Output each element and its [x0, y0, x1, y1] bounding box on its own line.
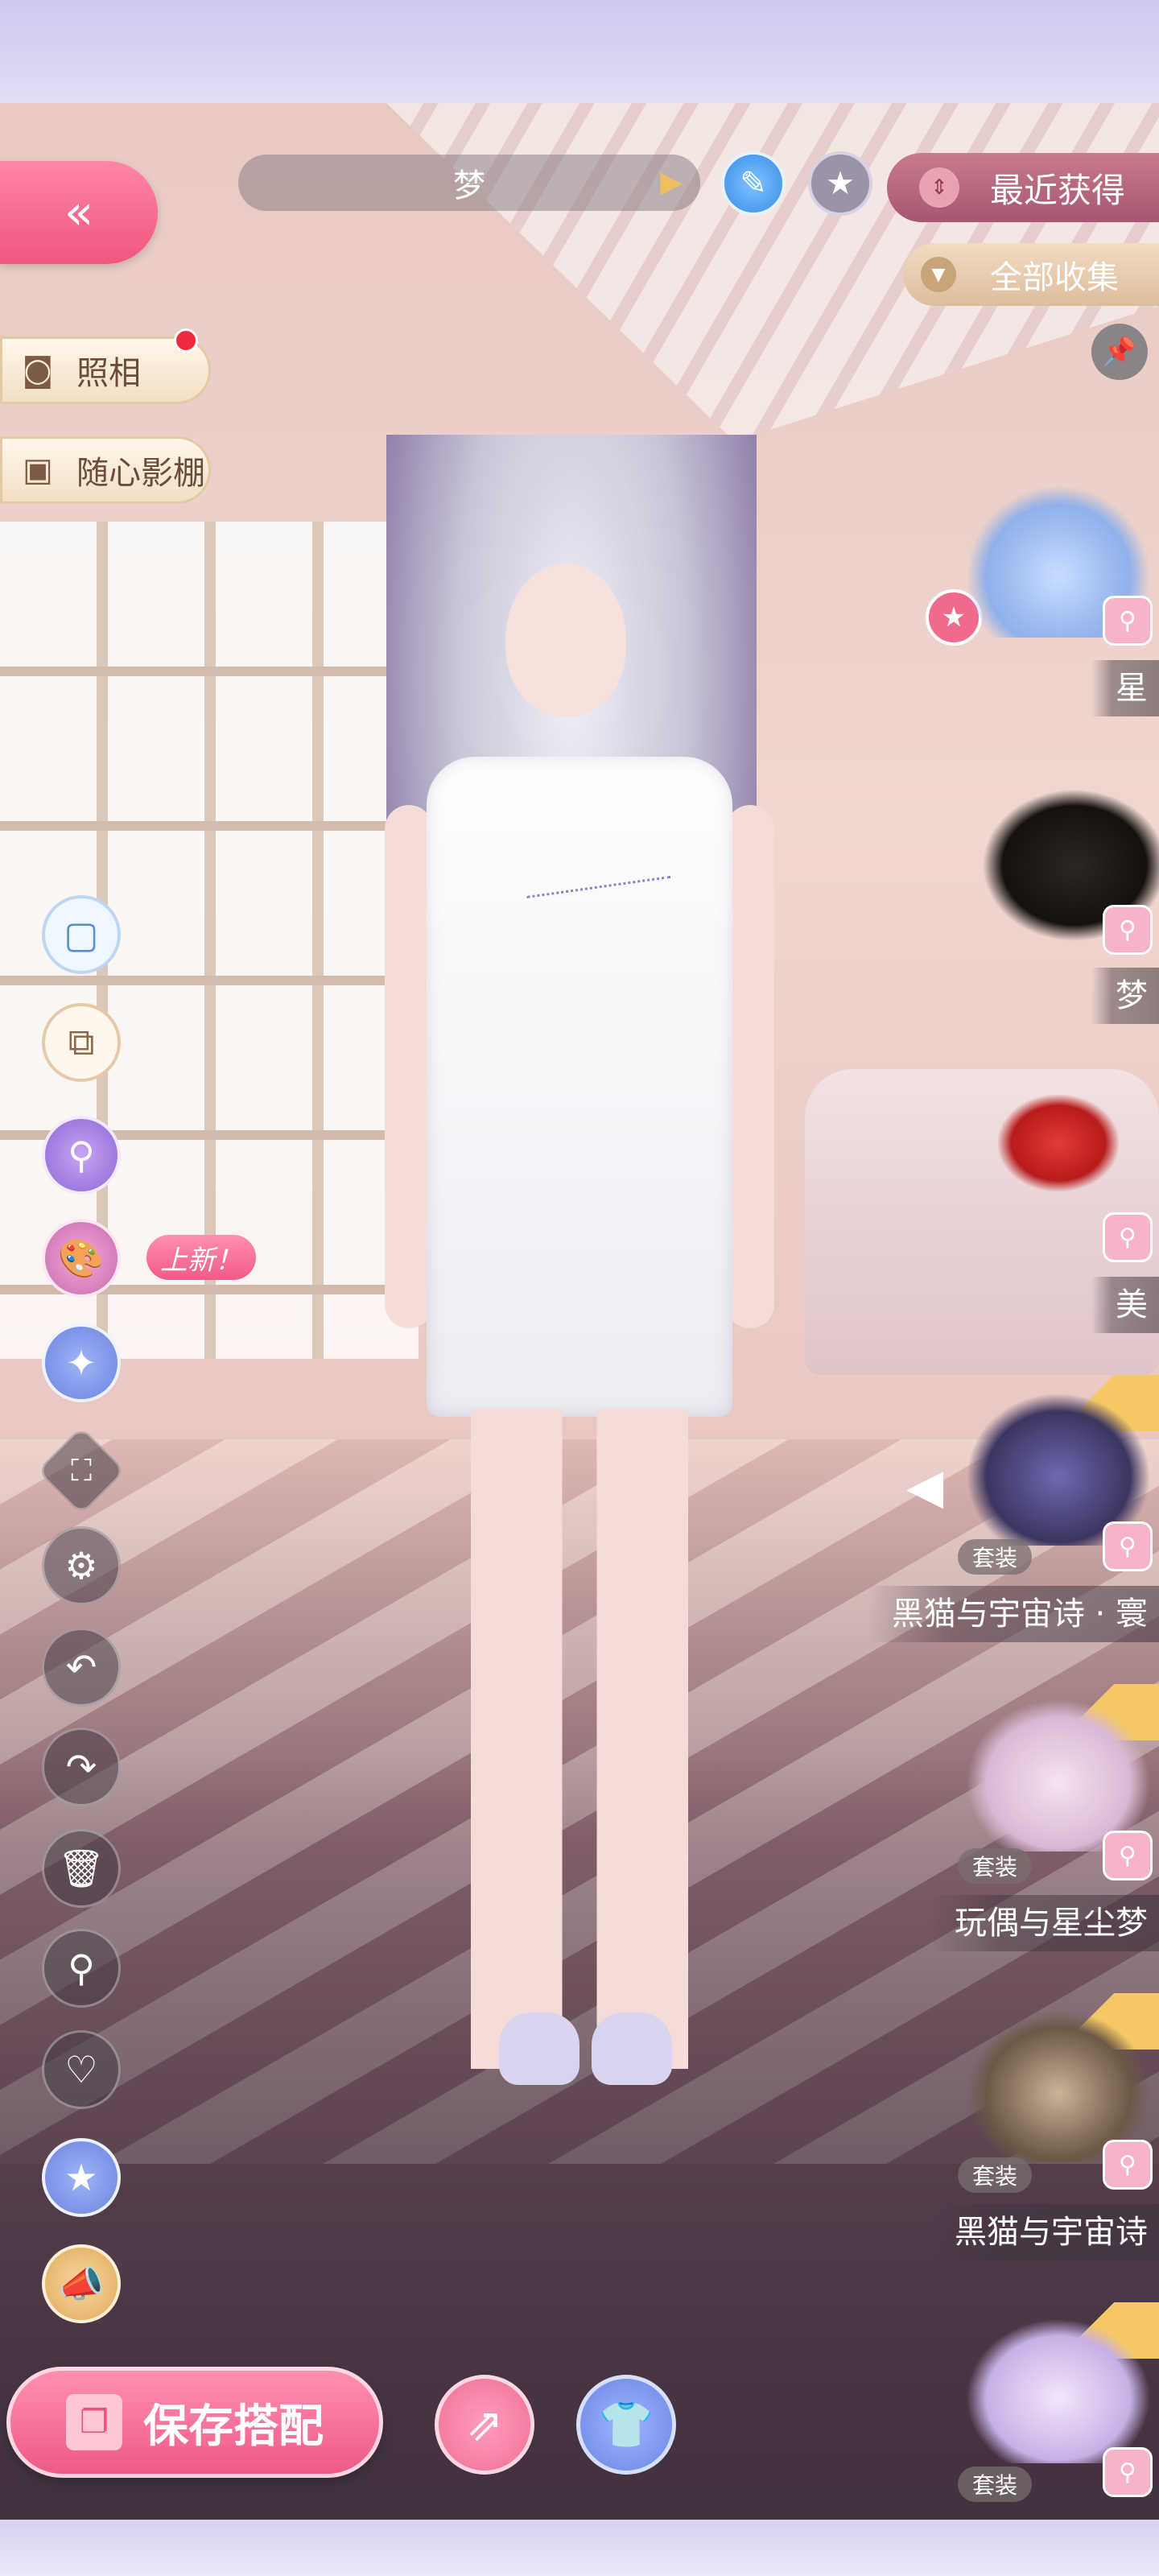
item-thumbnail: [998, 1095, 1119, 1191]
share-button[interactable]: ⇗: [435, 2375, 534, 2475]
like-button[interactable]: ♡: [42, 2030, 121, 2109]
all-collection-filter[interactable]: ▼ 全部收集: [903, 243, 1159, 306]
item-search-button[interactable]: ⚲: [1103, 2447, 1153, 2497]
star-collection-button[interactable]: ★: [42, 2138, 121, 2217]
fullscreen-icon: ⛶: [71, 1452, 92, 1488]
outfit-title[interactable]: 梦 ▶: [238, 155, 700, 211]
character-shoe-left: [499, 2013, 580, 2085]
notification-dot: [174, 328, 198, 353]
item-thumbnail: [966, 2318, 1151, 2463]
cup-icon: ▢: [64, 913, 99, 956]
edit-button[interactable]: ✎: [721, 151, 786, 216]
undo-button[interactable]: ↶: [42, 1628, 121, 1707]
star-circle-icon: ★: [64, 2156, 98, 2199]
palette-button[interactable]: 🎨: [42, 1219, 121, 1298]
save-outfit-label: 保存搭配: [143, 2400, 324, 2453]
expand-left-arrow-icon[interactable]: ◀: [906, 1459, 943, 1515]
photo-label: 照相: [76, 355, 141, 392]
undo-icon: ↶: [65, 1645, 97, 1689]
copy-add-button[interactable]: ⧉: [42, 1003, 121, 1082]
save-cards-icon: ❐: [66, 2394, 122, 2450]
wardrobe-button[interactable]: 👕: [576, 2375, 676, 2475]
share-arrow-icon: ⇗: [465, 2398, 504, 2451]
redo-icon: ↷: [65, 1745, 97, 1789]
cube-icon: ▣: [23, 452, 53, 489]
item-search-button[interactable]: ⚲: [1103, 1521, 1153, 1571]
character-shoe-right: [592, 2013, 672, 2085]
item-name: 美: [1091, 1277, 1159, 1333]
pin-button[interactable]: 📌: [1091, 324, 1148, 380]
search-icon: ⚲: [1119, 1223, 1136, 1252]
settings-button[interactable]: ⚙: [42, 1526, 121, 1605]
character-face: [505, 564, 626, 716]
copy-add-icon: ⧉: [68, 1020, 95, 1063]
recent-obtained-button[interactable]: ⇕ 最近获得: [887, 153, 1159, 222]
gear-icon: ⚙: [64, 1544, 98, 1587]
item-search-button[interactable]: ⚲: [1103, 1212, 1153, 1262]
recent-obtained-label: 最近获得: [990, 170, 1126, 210]
announcement-button[interactable]: 📣: [42, 2244, 121, 2323]
suit-tag: 套装: [958, 2467, 1032, 2502]
megaphone-icon: 📣: [58, 2261, 105, 2306]
character-arm-right: [726, 805, 774, 1328]
item-name: 玩偶与星尘梦: [930, 1895, 1159, 1951]
new-badge: 上新！: [146, 1235, 256, 1280]
character-legs: [471, 1409, 688, 2069]
search-icon: ⚲: [1119, 915, 1136, 944]
search-icon: ⚲: [1119, 2150, 1136, 2179]
search-icon: ⚲: [1119, 1841, 1136, 1870]
back-button[interactable]: «: [0, 161, 158, 264]
pin-icon: 📌: [1102, 336, 1137, 368]
palette-icon: 🎨: [58, 1236, 105, 1280]
favorite-toggle-button[interactable]: ★: [808, 151, 872, 216]
triangle-down-icon: ▼: [921, 257, 956, 292]
character-dress: [427, 757, 732, 1417]
star-effect-button[interactable]: ✦: [42, 1323, 121, 1402]
search-icon: ⚲: [1119, 606, 1136, 635]
suit-tag: 套装: [958, 1539, 1032, 1575]
search-icon: ⚲: [1119, 2458, 1136, 2487]
item-name: 黑猫与宇宙诗: [930, 2204, 1159, 2260]
character-arm-left: [385, 805, 433, 1328]
item-name: 黑猫与宇宙诗 · 寰: [867, 1586, 1159, 1642]
all-collection-label: 全部收集: [990, 259, 1119, 296]
item-search-button[interactable]: ⚲: [1103, 596, 1153, 646]
bottom-frame: [0, 2520, 1159, 2576]
top-frame: [0, 0, 1159, 103]
search-button[interactable]: ⚲: [42, 1929, 121, 2008]
studio-button[interactable]: ▣ 随心影棚: [0, 436, 211, 504]
search-icon: ⚲: [68, 1946, 95, 1990]
save-outfit-button[interactable]: ❐ 保存搭配: [6, 2367, 383, 2478]
star-swirl-icon: ✦: [65, 1341, 97, 1385]
item-thumbnail: [966, 1699, 1151, 1852]
magnifier-swap-icon: ⚲: [68, 1133, 95, 1177]
chevron-right-icon: ▶: [660, 166, 683, 199]
heart-icon: ♡: [64, 2048, 98, 2091]
pencil-icon: ✎: [740, 165, 767, 202]
outfit-title-text: 梦: [453, 167, 485, 204]
trash-icon: 🗑: [57, 1846, 105, 1890]
camera-icon: ◙: [22, 352, 54, 389]
cup-button[interactable]: ▢: [42, 895, 121, 974]
shirt-icon: 👕: [598, 2399, 654, 2451]
suit-tag: 套装: [958, 1848, 1032, 1884]
item-name: 星: [1091, 660, 1159, 716]
double-chevron-left-icon: «: [64, 184, 94, 241]
delete-button[interactable]: 🗑: [42, 1829, 121, 1908]
redo-button[interactable]: ↷: [42, 1728, 121, 1806]
item-search-button[interactable]: ⚲: [1103, 905, 1153, 955]
search-icon: ⚲: [1119, 1532, 1136, 1561]
suit-tag: 套装: [958, 2157, 1032, 2193]
star-icon: ★: [826, 165, 855, 202]
sort-arrows-icon: ⇕: [919, 167, 959, 208]
item-search-button[interactable]: ⚲: [1103, 1831, 1153, 1880]
search-swap-button[interactable]: ⚲: [42, 1116, 121, 1195]
item-name: 梦: [1091, 968, 1159, 1024]
studio-label: 随心影棚: [76, 455, 205, 492]
item-search-button[interactable]: ⚲: [1103, 2140, 1153, 2190]
